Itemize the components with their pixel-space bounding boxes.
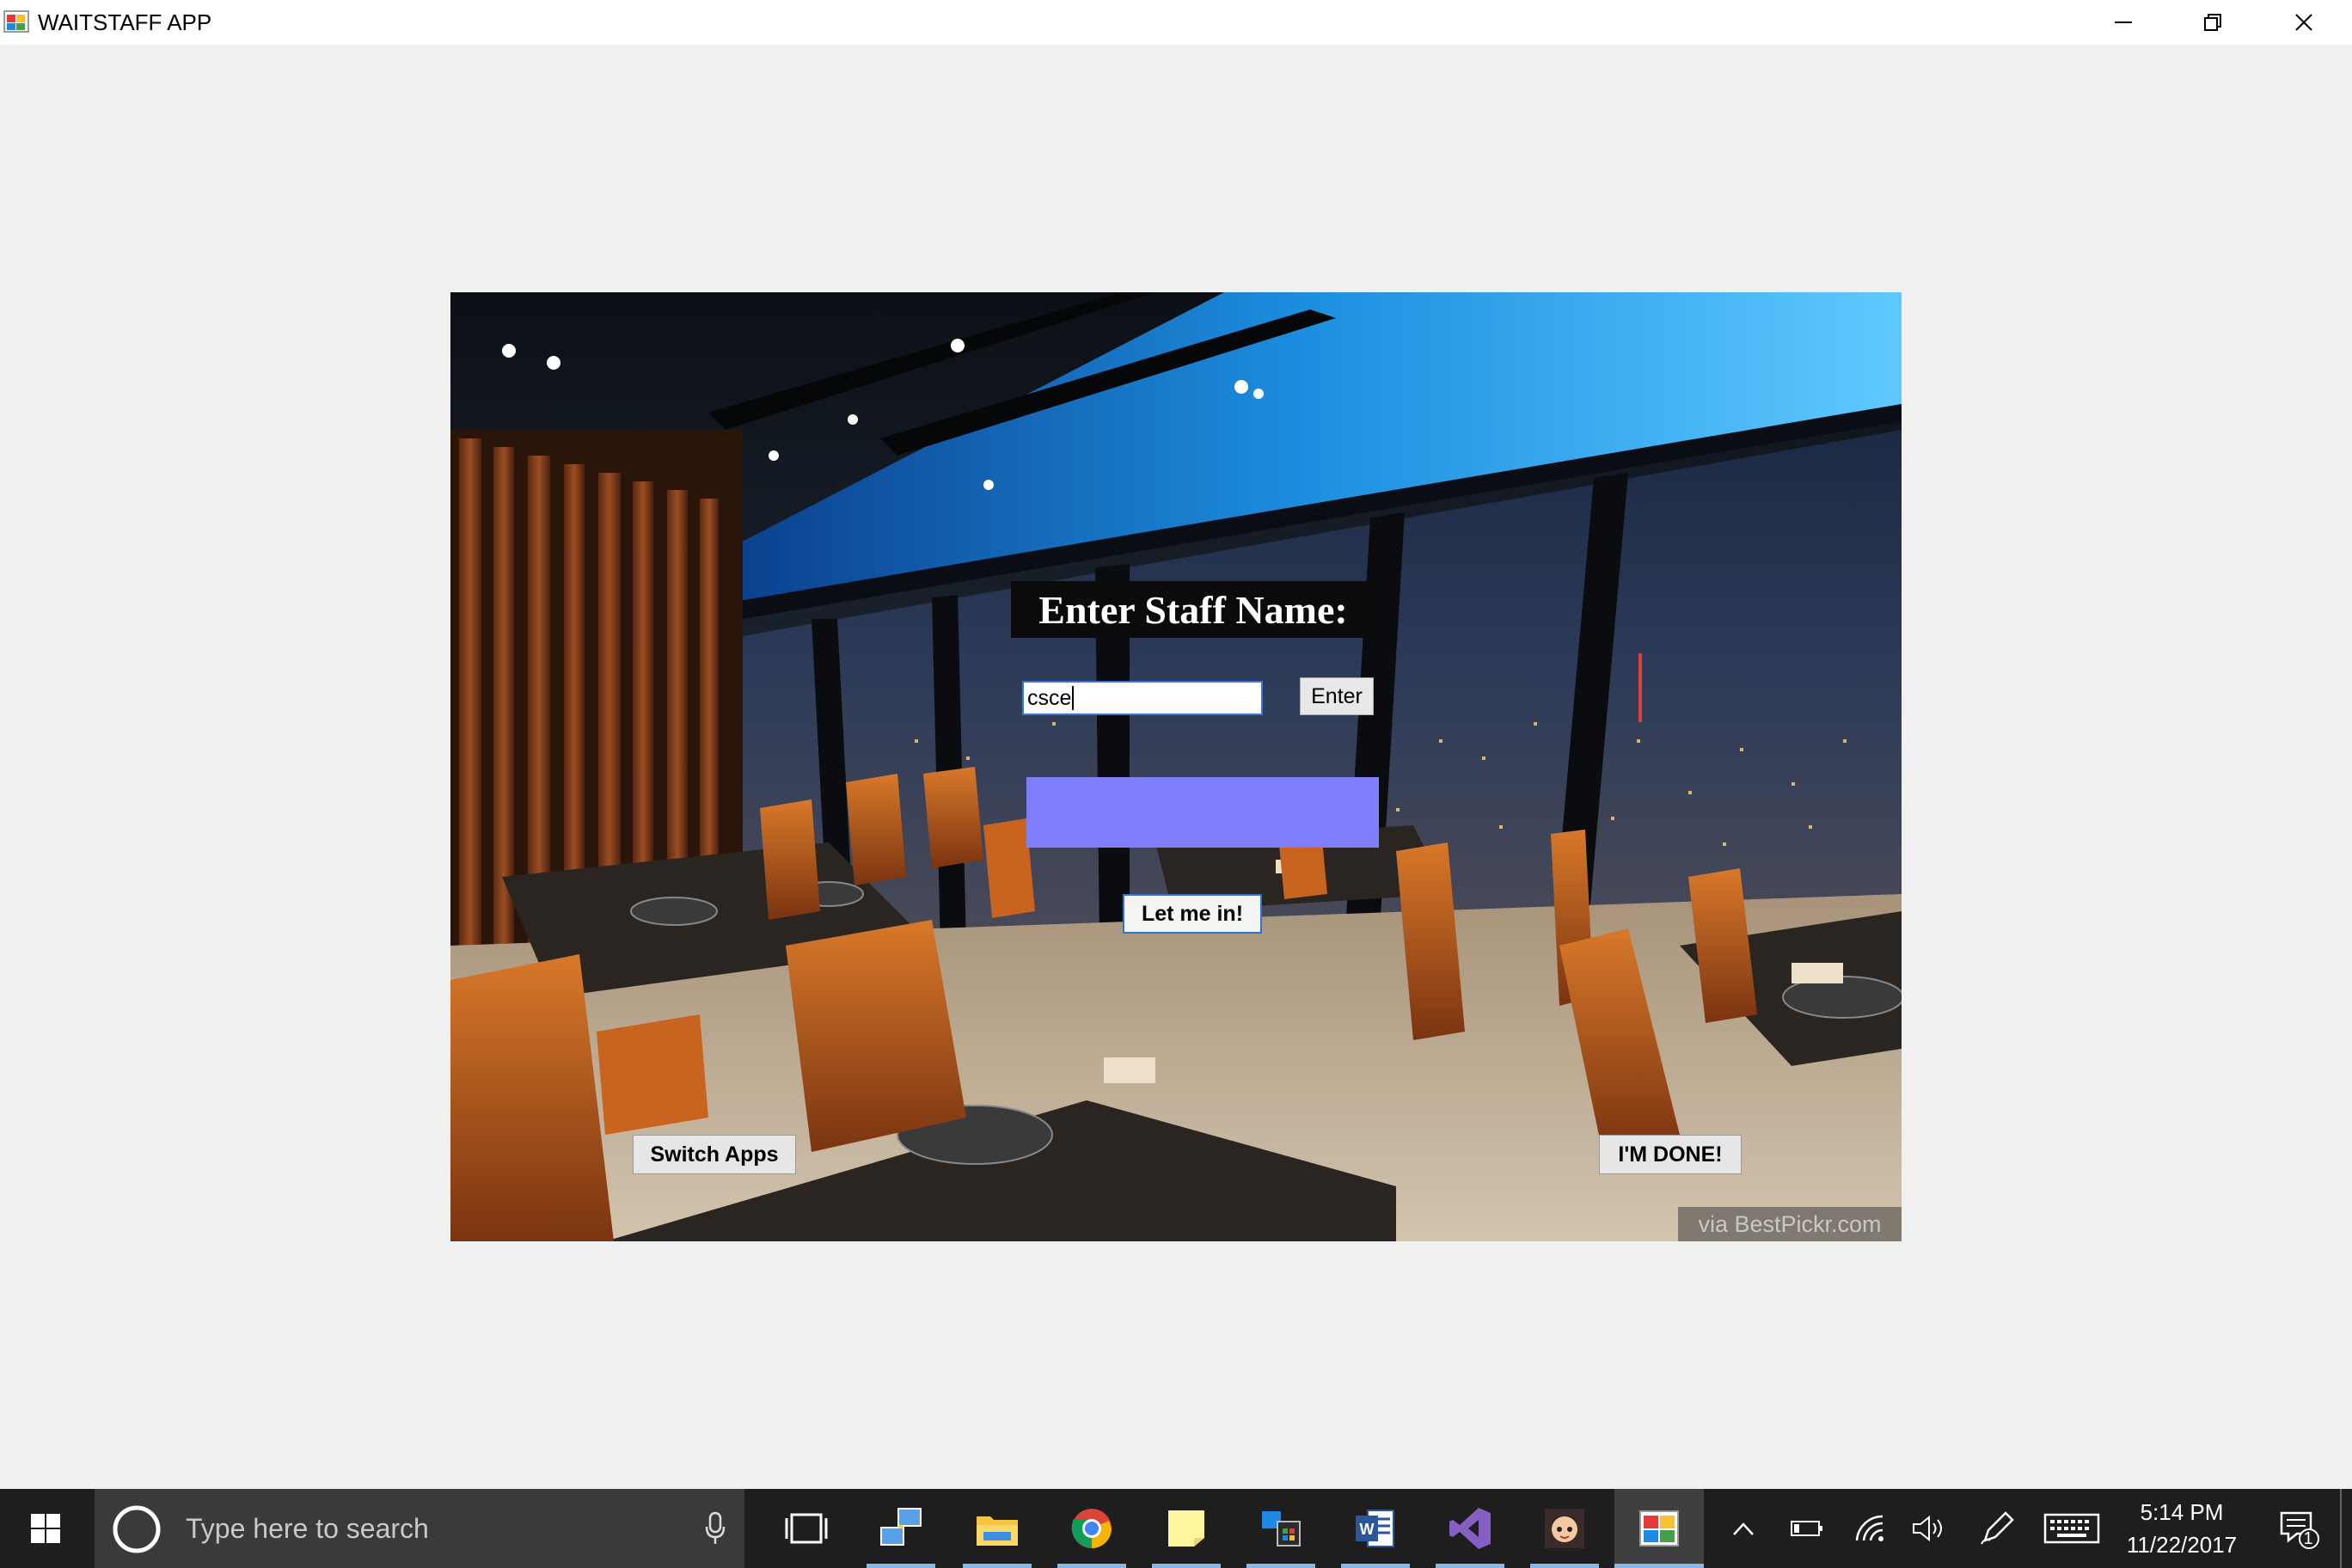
file-explorer-icon [977,1516,1018,1546]
taskbar: Type here to search W 5:14 PM 11/22/2017… [0,1489,2352,1568]
taskbar-game[interactable] [1520,1489,1609,1568]
running-indicator [867,1564,935,1568]
staff-name-label: Enter Staff Name: [1011,581,1375,638]
close-button[interactable] [2259,0,2349,45]
keyboard-icon [2043,1513,2100,1544]
enter-button[interactable]: Enter [1300,677,1374,715]
chrome-icon [1071,1509,1112,1548]
taskbar-search-box[interactable]: Type here to search [95,1489,744,1568]
running-indicator [1530,1564,1599,1568]
windows-logo-icon [31,1514,60,1543]
running-indicator [1614,1564,1704,1568]
taskbar-word[interactable]: W [1331,1489,1420,1568]
notification-count: 1 [2303,1529,2313,1548]
taskbar-clock[interactable]: 5:14 PM 11/22/2017 [2110,1496,2254,1565]
clock-time: 5:14 PM [2140,1499,2224,1525]
start-button[interactable] [0,1489,91,1568]
restaurant-background-image [450,292,1902,1241]
pen-icon [1981,1511,2014,1545]
running-indicator [1341,1564,1410,1568]
running-indicator [1057,1564,1126,1568]
taskbar-visual-studio[interactable] [1425,1489,1515,1568]
im-done-button[interactable]: I'M DONE! [1599,1135,1742,1174]
show-hidden-icons-button[interactable] [1719,1489,1767,1568]
show-desktop-button[interactable] [2340,1489,2352,1568]
image-watermark: via BestPickr.com [1678,1207,1902,1241]
battery-icon [1791,1521,1822,1536]
running-indicator [1152,1564,1221,1568]
search-placeholder: Type here to search [186,1512,429,1544]
running-indicator [963,1564,1032,1568]
windows-ink-button[interactable] [1970,1489,2024,1568]
taskbar-network-app[interactable] [856,1489,946,1568]
minimize-icon [2115,21,2132,23]
let-me-in-button[interactable]: Let me in! [1123,894,1262,934]
staff-name-input[interactable]: csce [1022,681,1263,715]
minimize-button[interactable] [2079,0,2168,45]
touch-keyboard-button[interactable] [2039,1489,2104,1568]
taskbar-chrome[interactable] [1047,1489,1136,1568]
word-icon: W [1356,1510,1394,1547]
task-view-button[interactable] [762,1489,851,1568]
game-icon [1545,1509,1584,1548]
running-indicator [1436,1564,1504,1568]
sticky-notes-icon [1168,1510,1204,1547]
volume-icon [1913,1515,1942,1542]
wifi-button[interactable] [1845,1489,1896,1568]
window-title: WAITSTAFF APP [38,9,212,35]
taskbar-file-explorer[interactable] [952,1489,1042,1568]
restore-button[interactable] [2168,0,2257,45]
task-view-icon [785,1513,828,1544]
waitstaff-app-icon [1639,1510,1679,1547]
store-icon [1262,1511,1301,1547]
title-bar: WAITSTAFF APP [0,0,2352,45]
clock-date: 11/22/2017 [2126,1532,2238,1558]
restore-icon [2204,14,2221,31]
network-app-icon [880,1508,922,1546]
taskbar-sticky-notes[interactable] [1142,1489,1231,1568]
running-indicator [1246,1564,1315,1568]
visual-studio-icon [1449,1508,1491,1549]
login-panel: Enter Staff Name: csce Enter Let me in! … [450,292,1902,1241]
switch-apps-button[interactable]: Switch Apps [633,1135,796,1174]
staff-name-value: csce [1027,686,1072,710]
status-box [1026,777,1379,848]
taskbar-store[interactable] [1236,1489,1326,1568]
svg-text:W: W [1360,1521,1375,1538]
cortana-icon [113,1505,161,1553]
battery-button[interactable] [1781,1489,1833,1568]
text-caret [1072,686,1075,710]
microphone-icon[interactable] [705,1511,726,1546]
volume-button[interactable] [1903,1489,1955,1568]
chevron-up-icon [1733,1522,1754,1535]
action-center-button[interactable]: 1 [2264,1489,2333,1568]
taskbar-waitstaff-app[interactable] [1614,1489,1704,1568]
wifi-icon [1855,1515,1883,1541]
app-icon [3,10,29,33]
close-icon [2295,14,2312,31]
